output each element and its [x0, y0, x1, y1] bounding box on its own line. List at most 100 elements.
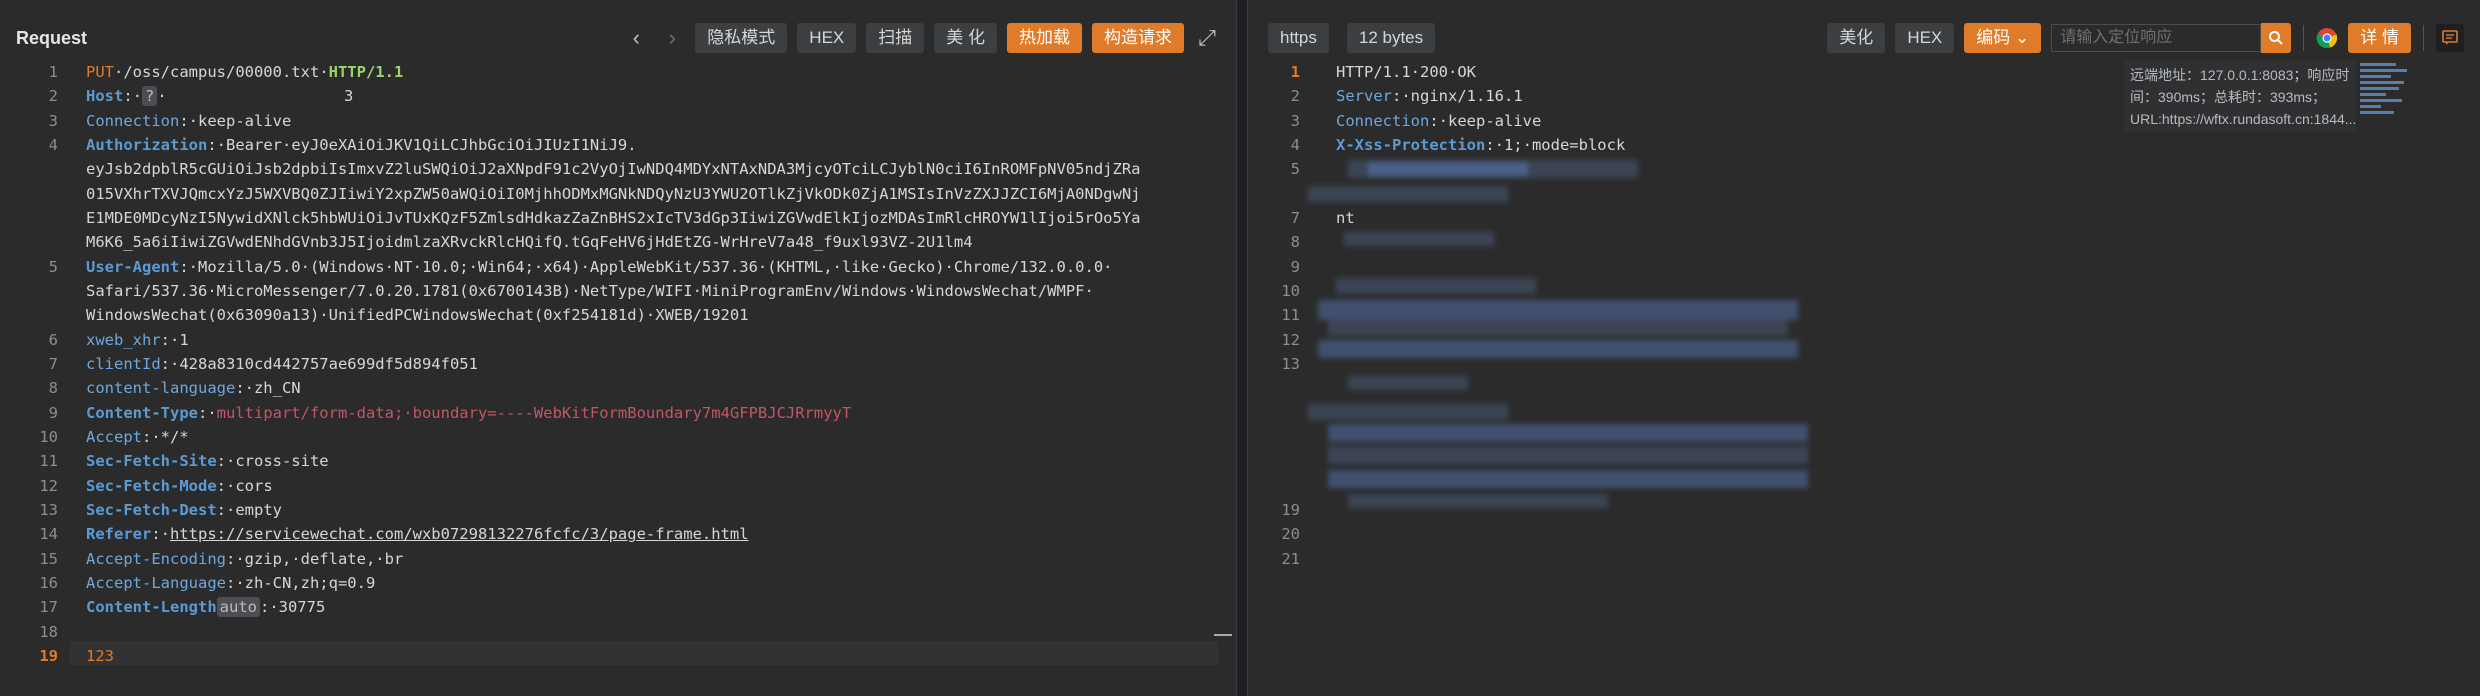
line-text: User-Agent:·Mozilla/5.0·(Windows·NT·10.0…: [86, 255, 1113, 279]
token: :·428a8310cd442757ae699df5d894f051: [160, 354, 478, 373]
token: Content-Type: [86, 403, 198, 422]
redacted-block: [1328, 446, 1808, 464]
code-line[interactable]: 19 123: [0, 644, 1236, 668]
encoding-dropdown[interactable]: 编码 ⌄: [1964, 23, 2042, 53]
code-line[interactable]: 7 nt: [1248, 206, 2480, 230]
line-text: xweb_xhr:·1: [86, 328, 189, 352]
token: Accept: [86, 427, 142, 446]
response-hex-button[interactable]: HEX: [1895, 23, 1955, 53]
token: :·: [123, 87, 142, 106]
code-line[interactable]: M6K6_5a6iIiwiZGVwdENhdGVnb3J5IjoidmlzaXR…: [0, 230, 1236, 254]
build-request-button[interactable]: 构造请求: [1092, 23, 1184, 53]
line-number: 19: [39, 646, 58, 665]
token: :·: [151, 525, 170, 544]
search-icon[interactable]: [2261, 23, 2292, 53]
line-text: Content-Type:·multipart/form-data;·bound…: [86, 401, 851, 425]
line-number: 18: [39, 622, 58, 641]
token: :·zh-CN,zh;q=0.9: [225, 573, 376, 592]
token: M6K6_5a6iIiwiZGVwdENhdGVnb3J5IjoidmlzaXR…: [86, 233, 973, 252]
details-button[interactable]: 详 情: [2348, 23, 2411, 53]
code-line[interactable]: 6 xweb_xhr:·1: [0, 328, 1236, 352]
line-number: 4: [1290, 135, 1300, 154]
next-arrow-icon[interactable]: ›: [659, 23, 685, 53]
token: nt: [1336, 208, 1355, 227]
code-line[interactable]: 8 content-language:·zh_CN: [0, 376, 1236, 400]
private-mode-button[interactable]: 隐私模式: [695, 23, 788, 53]
line-number: 7: [48, 354, 58, 373]
code-line[interactable]: 9: [1248, 255, 2480, 279]
line-number: 8: [1290, 233, 1300, 252]
code-line[interactable]: WindowsWechat(0x63090a13)·UnifiedPCWindo…: [0, 303, 1236, 327]
code-line[interactable]: 12 Sec-Fetch-Mode:·cors: [0, 474, 1236, 498]
code-line[interactable]: 3 Connection:·keep-alive: [0, 109, 1236, 133]
code-line[interactable]: 10 Accept:·*/*: [0, 425, 1236, 449]
line-text: M6K6_5a6iIiwiZGVwdENhdGVnb3J5IjoidmlzaXR…: [86, 230, 973, 254]
code-line[interactable]: 20: [1248, 522, 2480, 546]
redacted-block: [1328, 424, 1808, 442]
line-text: content-language:·zh_CN: [86, 376, 301, 400]
line-number: 20: [1281, 525, 1300, 544]
code-line[interactable]: 17 Content-Length auto:·30775: [0, 595, 1236, 619]
line-text: Safari/537.36·MicroMessenger/7.0.20.1781…: [86, 279, 1094, 303]
redacted-block: [1348, 376, 1468, 390]
beautify-button[interactable]: 美 化: [934, 23, 997, 53]
hex-button[interactable]: HEX: [797, 23, 857, 53]
token[interactable]: https://servicewechat.com/wxb07298132276…: [170, 525, 749, 543]
token: Sec-Fetch-Site: [86, 452, 217, 471]
response-beautify-button[interactable]: 美化: [1827, 23, 1886, 53]
chrome-icon[interactable]: [2316, 27, 2338, 49]
request-editor[interactable]: 1 PUT·/oss/campus/00000.txt·HTTP/1.1 2 Host…: [0, 60, 1236, 696]
line-text: clientId:·428a8310cd442757ae699df5d894f0…: [86, 352, 478, 376]
token: :·gzip,·deflate,·br: [225, 549, 404, 568]
code-line[interactable]: 15 Accept-Encoding:·gzip,·deflate,·br: [0, 547, 1236, 571]
minimap[interactable]: [2360, 60, 2412, 136]
code-line[interactable]: 13 Sec-Fetch-Dest:·empty: [0, 498, 1236, 522]
code-line[interactable]: 14 Referer:·https://servicewechat.com/wxb…: [0, 522, 1236, 546]
protocol-tag: https: [1268, 23, 1329, 53]
token: :·keep-alive: [179, 111, 292, 130]
scan-button[interactable]: 扫描: [866, 23, 925, 53]
line-text: Sec-Fetch-Site:·cross-site: [86, 449, 329, 473]
code-line[interactable]: 015VXhrTXVJQmcxYzJ5WXVBQ0ZJIiwiY2xpZW50a…: [0, 182, 1236, 206]
expand-icon[interactable]: ⤢: [1194, 23, 1220, 53]
line-text: Connection:·keep-alive: [86, 109, 291, 133]
code-line[interactable]: 2 Host:·? · 3: [0, 84, 1236, 108]
line-number: 1: [48, 63, 58, 81]
code-line[interactable]: E1MDE0MDcyNzI5NywidXNlck5hbWUiOiJvTUxKQz…: [0, 206, 1236, 230]
redacted-block: [1308, 186, 1508, 202]
code-line[interactable]: 9 Content-Type:·multipart/form-data;·boun…: [0, 401, 1236, 425]
code-line[interactable]: 4 Authorization:·Bearer·eyJ0eXAiOiJKV1QiL…: [0, 133, 1236, 157]
token: Sec-Fetch-Mode: [86, 476, 217, 495]
line-text: Accept:·*/*: [86, 425, 189, 449]
hot-load-button[interactable]: 热加载: [1007, 23, 1082, 53]
token: Accept-Encoding: [86, 549, 226, 568]
prev-arrow-icon[interactable]: ‹: [623, 23, 649, 53]
code-line[interactable]: 4 X-Xss-Protection:·1;·mode=block: [1248, 133, 2480, 157]
line-text: Authorization:·Bearer·eyJ0eXAiOiJKV1QiLC…: [86, 133, 637, 157]
code-line[interactable]: 5 User-Agent:·Mozilla/5.0·(Windows·NT·10.…: [0, 255, 1236, 279]
token: clientId: [86, 354, 161, 373]
token: WindowsWechat(0x63090a13)·UnifiedPCWindo…: [86, 306, 749, 325]
request-pane: Request ‹ › 隐私模式 HEX 扫描 美 化 热加载 构造请求 ⤢ 1…: [0, 0, 1236, 696]
line-text: eyJsb2dpblR5cGUiOiJsb2dpbiIsImxvZ2luSWQi…: [86, 157, 1141, 181]
code-line[interactable]: 1 PUT·/oss/campus/00000.txt·HTTP/1.1: [0, 60, 1236, 84]
code-line[interactable]: 18: [0, 620, 1236, 644]
code-line[interactable]: 11 Sec-Fetch-Site:·cross-site: [0, 449, 1236, 473]
token: :·Mozilla/5.0·(Windows·NT·10.0;·Win64;·x…: [179, 257, 1113, 276]
code-line[interactable]: 7 clientId:·428a8310cd442757ae699df5d894f…: [0, 352, 1236, 376]
code-line[interactable]: Safari/537.36·MicroMessenger/7.0.20.1781…: [0, 279, 1236, 303]
line-number: 11: [1281, 306, 1300, 325]
code-line[interactable]: 16 Accept-Language:·zh-CN,zh;q=0.9: [0, 571, 1236, 595]
line-text: Content-Length auto:·30775: [86, 595, 325, 619]
token: ·/oss/campus/00000.txt·: [114, 63, 329, 81]
search-input[interactable]: [2051, 24, 2262, 52]
comment-icon[interactable]: [2436, 24, 2464, 52]
line-text: Sec-Fetch-Dest:·empty: [86, 498, 282, 522]
redacted-block: [1318, 300, 1798, 320]
code-line[interactable]: eyJsb2dpblR5cGUiOiJsb2dpbiIsImxvZ2luSWQi…: [0, 157, 1236, 181]
redacted-block: [1348, 494, 1608, 508]
pane-divider[interactable]: [1236, 0, 1248, 696]
line-number: 12: [1281, 330, 1300, 349]
line-number: 5: [1290, 160, 1300, 179]
code-line[interactable]: 21: [1248, 547, 2480, 571]
